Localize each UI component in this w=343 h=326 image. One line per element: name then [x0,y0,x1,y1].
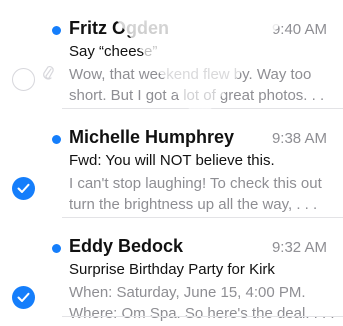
message-time: 9:38 AM [271,130,327,147]
unread-dot-icon [52,135,61,144]
message-preview: I can't stop laughing! To check this out… [69,173,339,215]
message-subject: Surprise Birthday Party for Kirk [69,261,275,278]
message-time: 9:32 AM [271,239,327,256]
checkmark-icon [17,292,30,302]
message-row-eddy-bedock[interactable]: Eddy Bedock 9:32 AM Surprise Birthday Pa… [0,218,343,326]
message-row-michelle-humphrey[interactable]: Michelle Humphrey 9:38 AM Fwd: You will … [0,109,343,217]
preview-line: I can't stop laughing! To check this out [69,175,322,192]
preview-line: Where: Om Spa. So here's the deal. . . . [69,305,335,322]
sender-name: Fritz Ogden [69,18,169,38]
checkmark-circle-icon[interactable] [12,177,35,200]
checkmark-circle-icon[interactable] [12,286,35,309]
preview-line: short. But I got a lot of great photos. … [69,87,325,104]
message-row-fritz-ogden[interactable]: Fritz Ogden 9:40 AM Say “cheese” Wow, th… [0,0,343,108]
message-preview: When: Saturday, June 15, 4:00 PM. Where:… [69,282,339,324]
sender-name: Michelle Humphrey [69,127,235,147]
message-time: 9:40 AM [271,21,327,38]
sender-name: Eddy Bedock [69,236,184,256]
paperclip-icon [43,66,54,80]
empty-circle-icon[interactable] [12,68,35,91]
preview-line: Wow, that weekend flew by. Way too [69,66,312,83]
checkmark-icon [17,183,30,193]
preview-line: When: Saturday, June 15, 4:00 PM. [69,284,306,301]
unread-dot-icon [52,244,61,253]
message-preview: Wow, that weekend flew by. Way too short… [69,64,339,106]
unread-dot-icon [52,26,61,35]
preview-line: turn the brightness up all the way, . . … [69,196,318,213]
mail-message-list: Fritz Ogden 9:40 AM Say “cheese” Wow, th… [0,0,343,322]
message-subject: Say “cheese” [69,43,158,60]
message-subject: Fwd: You will NOT believe this. [69,152,275,169]
